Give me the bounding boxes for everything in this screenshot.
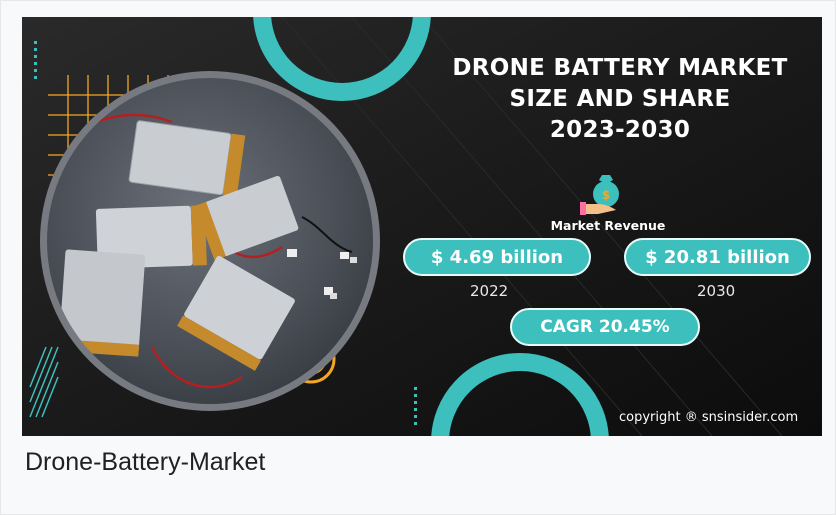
image-caption: Drone-Battery-Market <box>25 448 266 476</box>
year-2030-label: 2030 <box>697 282 736 300</box>
value-2030-badge: $ 20.81 billion <box>624 238 811 276</box>
image-frame: DRONE BATTERY MARKET SIZE AND SHARE 2023… <box>0 0 836 515</box>
infographic-title: DRONE BATTERY MARKET SIZE AND SHARE 2023… <box>414 53 822 146</box>
cagr-badge: CAGR 20.45% <box>510 308 700 346</box>
money-bag-hand-icon: $ <box>580 175 619 215</box>
copyright-text: copyright ® snsinsider.com <box>619 410 799 425</box>
title-line-3: 2023-2030 <box>549 117 691 143</box>
svg-text:$: $ <box>602 188 610 202</box>
year-2022-label: 2022 <box>470 282 509 300</box>
title-line-2: SIZE AND SHARE <box>509 86 731 112</box>
market-revenue-label: Market Revenue <box>550 218 666 233</box>
title-line-1: DRONE BATTERY MARKET <box>452 55 788 81</box>
value-2022-badge: $ 4.69 billion <box>403 238 591 276</box>
infographic-banner[interactable]: DRONE BATTERY MARKET SIZE AND SHARE 2023… <box>22 17 822 436</box>
